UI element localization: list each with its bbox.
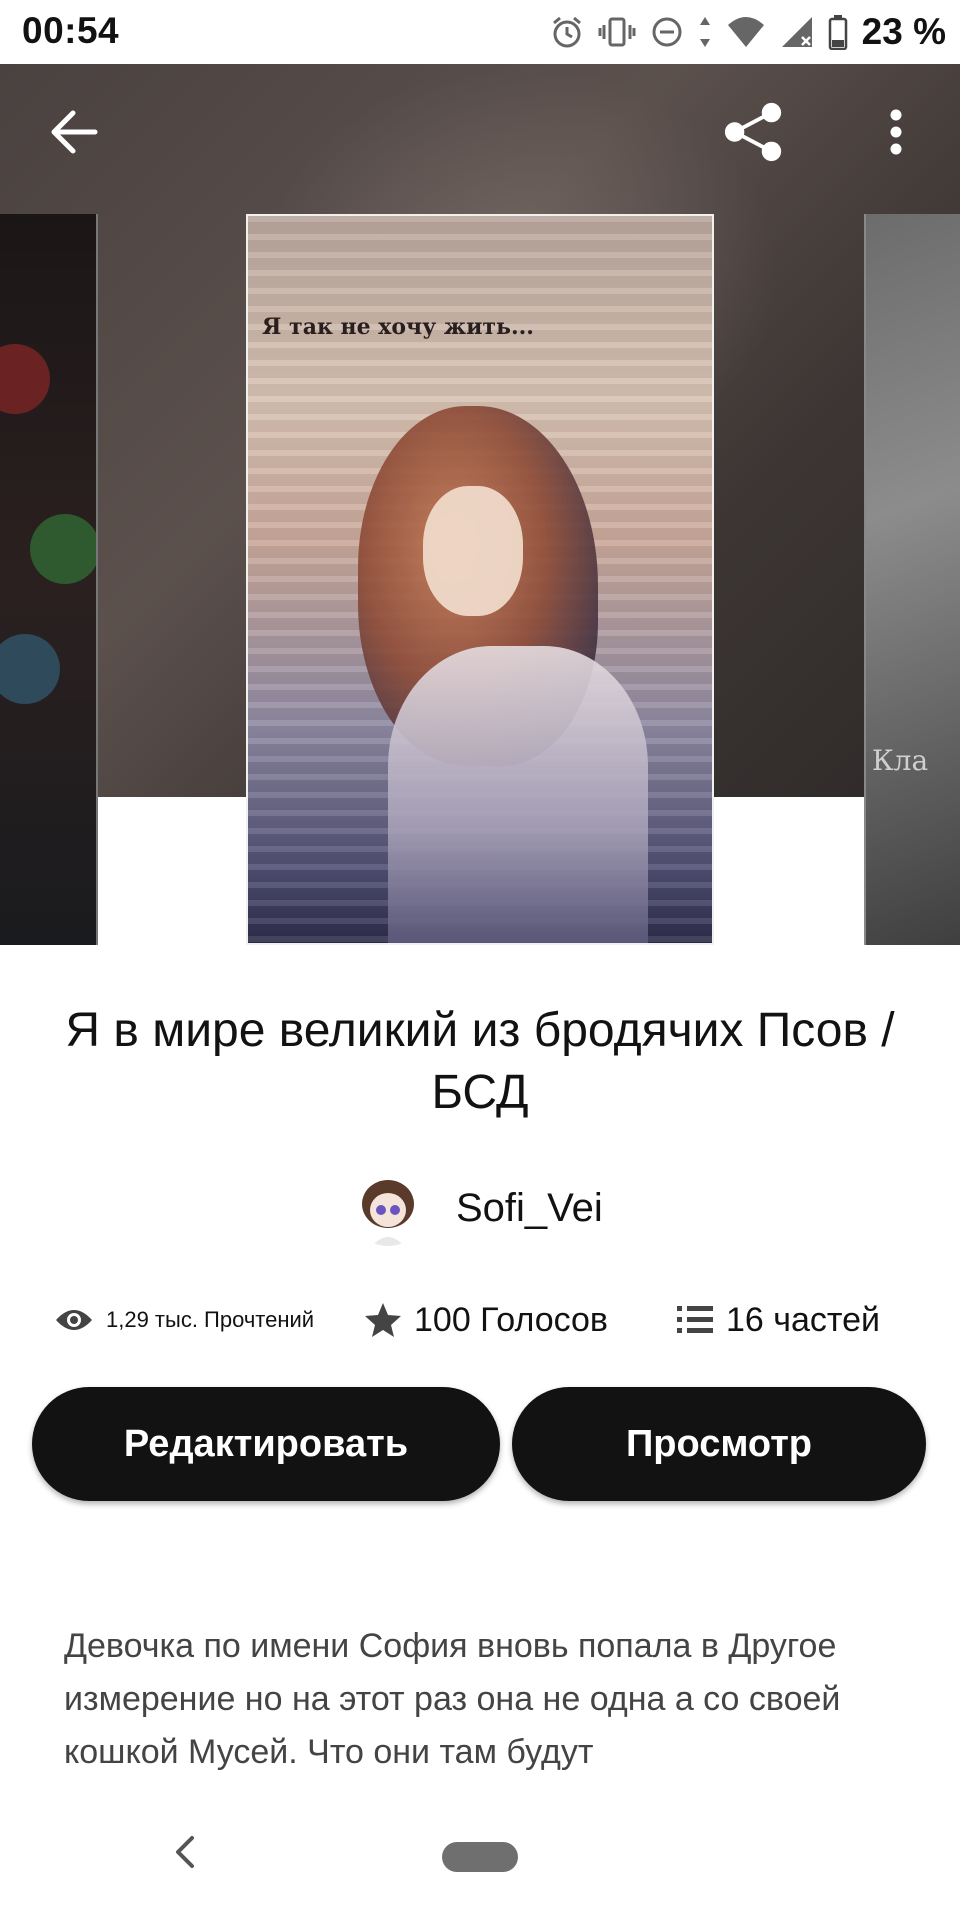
more-vert-icon [890,109,902,155]
back-arrow-icon [51,110,98,154]
signal-icon [781,17,812,47]
cover-current[interactable]: Я так не хочу жить... [246,214,714,945]
avatar-image [362,1180,414,1246]
eye-icon [56,1310,92,1330]
reads-count: 1,29 тыс. Прочтений [106,1307,315,1332]
author-row[interactable]: Sofi_Vei [350,1170,603,1246]
star-icon [365,1303,401,1337]
wifi-icon [727,17,764,47]
votes-stat: 100 Голосов [364,1301,676,1340]
cover-next-caption: Кла [872,744,929,777]
vibrate-icon [598,17,636,47]
cover-art-coat [388,646,648,943]
data-arrows-icon [699,17,710,47]
cover-art-face [423,486,523,616]
status-icons: 23 % [550,10,946,54]
cover-previous[interactable] [0,214,98,945]
battery-icon [828,15,847,50]
cover-caption: Я так не хочу жить... [262,314,534,340]
nav-back-button[interactable] [170,1832,200,1872]
status-bar: 00:54 23 % [0,0,960,64]
reads-stat: 1,29 тыс. Прочтений [54,1306,364,1334]
parts-stat: 16 частей [676,1301,880,1340]
votes-count: 100 Голосов [414,1300,608,1339]
battery-percent: 23 % [861,11,946,52]
story-description: Девочка по имени София вновь попала в Др… [64,1627,841,1771]
story-stats: 1,29 тыс. Прочтений 100 Голосов 16 часте… [54,1296,914,1344]
system-nav-bar [0,1810,960,1920]
back-button[interactable] [42,100,106,164]
share-icon [724,102,782,162]
cover-art-shape [30,514,96,584]
more-options-button[interactable] [864,100,928,164]
view-button[interactable]: Просмотр [512,1387,926,1501]
status-time: 00:54 [22,10,120,51]
chevron-left-icon [176,1836,194,1868]
share-button[interactable] [722,100,786,164]
cover-art-shape [0,344,50,414]
alarm-icon [552,16,581,48]
author-name[interactable]: Sofi_Vei [456,1186,603,1231]
dnd-icon [652,17,682,47]
cover-next[interactable]: Кла [864,214,960,945]
edit-button[interactable]: Редактировать [32,1387,500,1501]
avatar[interactable] [350,1170,426,1246]
parts-count: 16 частей [726,1300,880,1339]
cover-art-shape [0,634,60,704]
story-title: Я в мире великий из бродячих Псов /БСД [65,1004,895,1119]
list-icon [677,1306,713,1333]
nav-home-pill[interactable] [442,1842,518,1872]
